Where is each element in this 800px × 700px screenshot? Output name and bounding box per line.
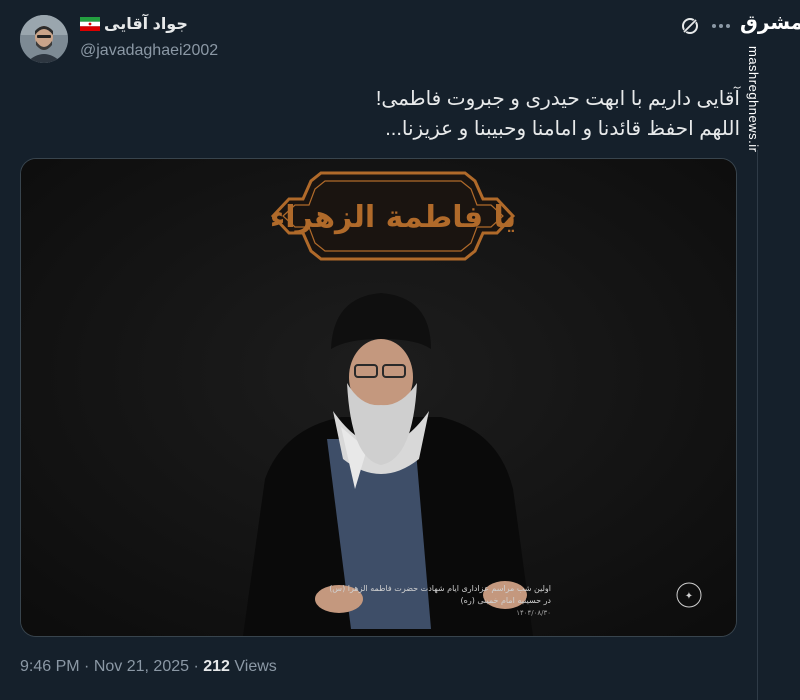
iran-flag-icon — [80, 17, 100, 31]
meta-separator-2: · — [193, 658, 199, 675]
tweet-time[interactable]: 9:46 PM — [20, 658, 80, 675]
meta-separator: · — [84, 658, 90, 675]
tweet-date[interactable]: Nov 21, 2025 — [94, 658, 189, 675]
photo-illustration: یا فاطمة الزهراء اولین شب مراسم عزاداری … — [21, 159, 736, 636]
caption-date: ۱۴۰۴/۰۸/۳۰ — [516, 609, 551, 617]
grok-icon[interactable] — [680, 16, 700, 36]
views-count: 212 — [203, 658, 230, 675]
source-watermark: مشرق mashreghnews.ir — [740, 6, 800, 156]
tweet-media-photo[interactable]: یا فاطمة الزهراء اولین شب مراسم عزاداری … — [20, 158, 737, 637]
author-name-row[interactable]: جواد آقایی — [80, 14, 188, 34]
banner-text: یا فاطمة الزهراء — [270, 200, 516, 235]
views-label: Views — [234, 658, 277, 675]
author-handle[interactable]: @javadaghaei2002 — [80, 42, 218, 60]
tweet-metadata: 9:46 PM · Nov 21, 2025 · 212 Views — [20, 658, 277, 676]
svg-text:✦: ✦ — [685, 591, 693, 602]
author-display-name[interactable]: جواد آقایی — [104, 14, 188, 34]
tweet-line-1: آقایی داریم با ابهت حیدری و جبروت فاطمی! — [375, 88, 740, 110]
caption-line-1: اولین شب مراسم عزاداری ایام شهادت حضرت ف… — [329, 584, 551, 593]
tweet-text: آقایی داریم با ابهت حیدری و جبروت فاطمی!… — [240, 84, 740, 144]
avatar[interactable] — [20, 15, 68, 63]
more-options-icon[interactable] — [712, 24, 730, 28]
caption-line-2: در حسینیه امام خمینی (ره) — [461, 596, 552, 605]
sidebar-divider — [757, 150, 758, 700]
watermark-logo: مشرق — [740, 10, 800, 34]
watermark-domain: mashreghnews.ir — [746, 46, 761, 153]
avatar-image — [20, 15, 68, 63]
tweet-line-2: اللهم احفظ قائدنا و امامنا وحبیبنا و عزی… — [385, 118, 740, 140]
